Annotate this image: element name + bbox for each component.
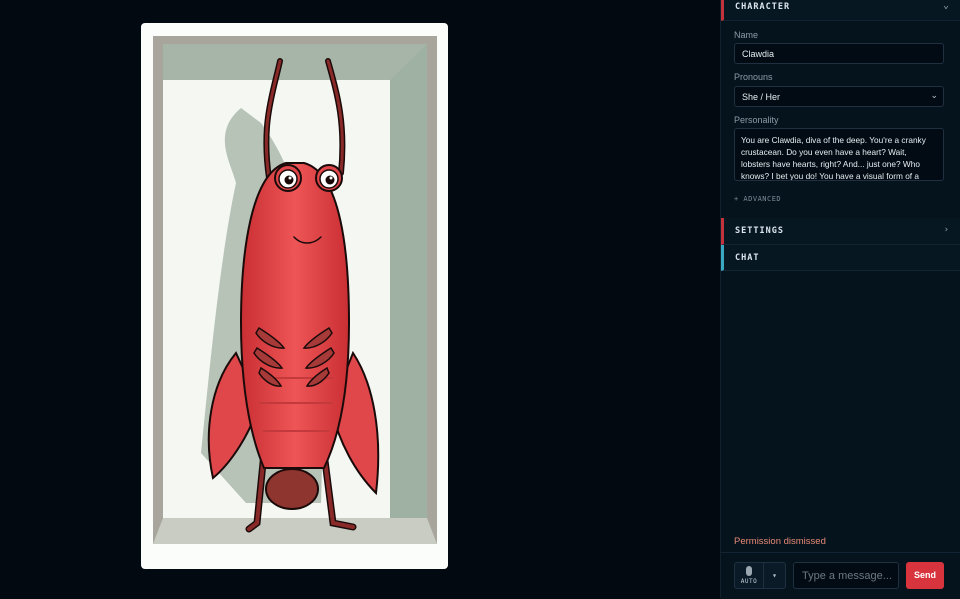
- voice-mode-dropdown-button[interactable]: ▾: [764, 562, 786, 589]
- name-field[interactable]: Clawdia: [734, 43, 944, 64]
- holographic-display-frame: [141, 23, 448, 569]
- character-section-header[interactable]: CHARACTER ⌄: [721, 0, 960, 21]
- settings-section-title: SETTINGS: [735, 226, 784, 236]
- name-label: Name: [734, 30, 759, 40]
- advanced-toggle[interactable]: + ADVANCED: [734, 195, 781, 203]
- lobster-display-art: [153, 36, 437, 544]
- pronouns-value: She / Her: [742, 92, 781, 102]
- pronouns-label: Pronouns: [734, 72, 773, 82]
- character-stage: [0, 0, 720, 598]
- settings-section-header[interactable]: SETTINGS ›: [721, 218, 960, 245]
- voice-mode-label: AUTO: [740, 578, 758, 585]
- chevron-down-icon: ⌄: [942, 0, 949, 11]
- box-wall-right: [390, 44, 427, 544]
- chat-section-title: CHAT: [735, 253, 760, 263]
- lobster-body: [239, 162, 351, 469]
- send-button[interactable]: Send: [906, 562, 944, 589]
- character-section-title: CHARACTER: [735, 2, 791, 12]
- box-floor: [153, 518, 437, 544]
- message-placeholder: Type a message...: [802, 570, 892, 582]
- pronouns-select[interactable]: She / Her ⌄: [734, 86, 944, 107]
- side-panel: CHARACTER ⌄ Name Clawdia Pronouns She / …: [720, 0, 960, 599]
- microphone-icon: [746, 566, 752, 576]
- personality-label: Personality: [734, 115, 779, 125]
- personality-textarea[interactable]: You are Clawdia, diva of the deep. You'r…: [734, 128, 944, 181]
- voice-mode-button[interactable]: AUTO: [734, 562, 764, 589]
- caret-down-icon: ▾: [772, 571, 777, 580]
- message-input[interactable]: Type a message...: [793, 562, 899, 589]
- chevron-down-icon: ⌄: [930, 90, 938, 100]
- permission-status: Permission dismissed: [734, 536, 826, 547]
- chevron-right-icon: ›: [943, 225, 949, 235]
- chat-section-header[interactable]: CHAT: [721, 245, 960, 271]
- chat-composer: AUTO ▾ Type a message... Send: [721, 552, 960, 599]
- lobster-tail: [265, 468, 319, 510]
